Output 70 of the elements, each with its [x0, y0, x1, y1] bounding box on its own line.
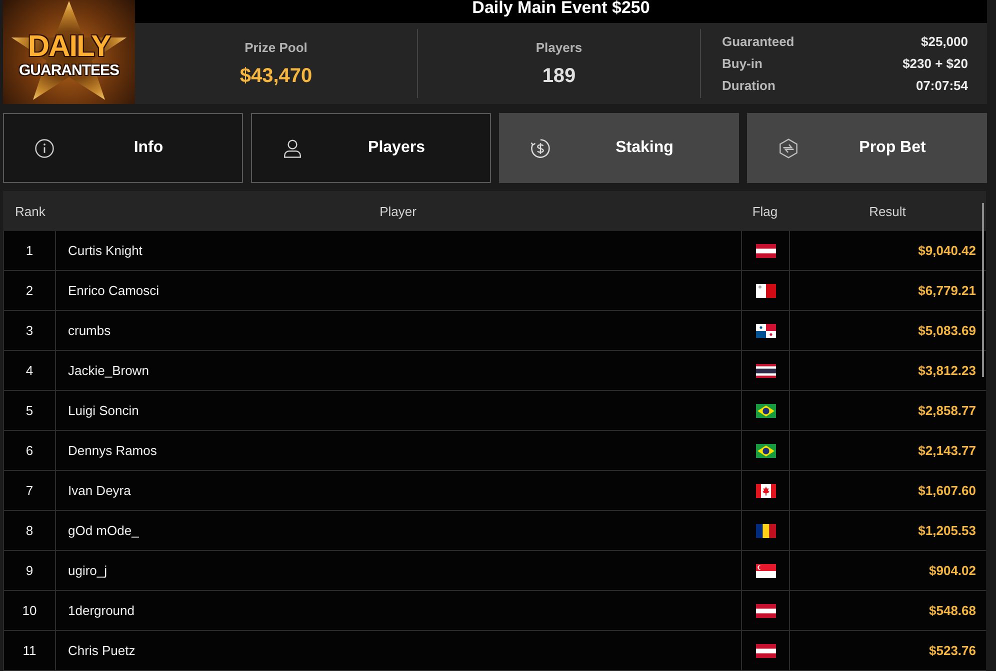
players-count: 189 [542, 64, 576, 88]
player-name: Ivan Deyra [68, 483, 131, 498]
rank-cell: 5 [26, 403, 34, 418]
flag-icon [756, 444, 776, 458]
result-amount: $2,143.77 [918, 443, 976, 458]
result-amount: $548.68 [929, 603, 976, 618]
flag-icon [756, 244, 776, 258]
player-name: gOd mOde_ [68, 523, 139, 538]
result-amount: $523.76 [929, 643, 976, 658]
info-icon [34, 138, 55, 158]
rank-cell: 11 [22, 643, 36, 658]
prize-pool-label: Prize Pool [244, 40, 308, 56]
column-header: Player [380, 204, 416, 218]
dollar-coin-icon [530, 138, 551, 158]
rank-cell: 6 [26, 443, 34, 458]
rank-cell: 2 [26, 283, 34, 298]
result-amount: $5,083.69 [918, 323, 976, 338]
rank-cell: 3 [26, 323, 34, 338]
player-name: Chris Puetz [68, 643, 136, 658]
result-amount: $9,040.42 [918, 243, 976, 258]
hexagon-icon [778, 138, 799, 158]
logo-text: DAILY [28, 32, 110, 62]
detail-label: Duration [722, 78, 776, 93]
player-name: Enrico Camosci [68, 283, 160, 298]
player-name: Jackie_Brown [68, 363, 149, 378]
person-icon [282, 138, 303, 158]
rank-cell: 8 [26, 523, 34, 538]
flag-icon [756, 564, 776, 578]
result-amount: $1,205.53 [918, 523, 976, 538]
tab[interactable]: Players [251, 113, 491, 183]
flag-icon [756, 284, 776, 298]
player-name: Dennys Ramos [68, 443, 157, 458]
event-title: Daily Main Event $250 [472, 0, 650, 15]
detail-value: $25,000 [921, 34, 968, 49]
flag-icon [756, 604, 776, 618]
column-header: Rank [14, 204, 46, 218]
detail-label: Guaranteed [722, 34, 794, 49]
detail-label: Buy-in [722, 56, 762, 71]
result-amount: $2,858.77 [918, 403, 976, 418]
flag-icon [756, 404, 776, 418]
rank-cell: 9 [26, 563, 34, 578]
tab[interactable]: Info [3, 113, 243, 183]
detail-value: $230 + $20 [902, 56, 968, 71]
rank-cell: 7 [26, 483, 34, 498]
result-amount: $3,812.23 [918, 363, 976, 378]
detail-value: 07:07:54 [916, 78, 968, 93]
logo-text: GUARANTEES [18, 62, 119, 78]
flag-icon [756, 524, 776, 538]
result-amount: $1,607.60 [918, 483, 976, 498]
tab[interactable]: Prop Bet [747, 113, 987, 183]
flag-icon [756, 484, 776, 498]
column-header: Flag [752, 204, 778, 218]
flag-icon [756, 324, 776, 338]
players-label: Players [536, 40, 582, 56]
flag-icon [756, 644, 776, 658]
column-header: Result [869, 204, 906, 218]
result-amount: $904.02 [929, 563, 976, 578]
scrollbar-thumb[interactable] [982, 203, 984, 377]
rank-cell: 4 [26, 363, 34, 378]
player-name: Curtis Knight [68, 243, 142, 258]
player-name: Luigi Soncin [68, 403, 139, 418]
rank-cell: 1 [26, 243, 34, 258]
player-name: crumbs [68, 323, 111, 338]
player-name: ugiro_j [68, 563, 108, 578]
flag-icon [756, 364, 776, 378]
tab[interactable]: Staking [499, 113, 739, 183]
result-amount: $6,779.21 [918, 283, 976, 298]
rank-cell: 10 [22, 603, 37, 618]
prize-pool-value: $43,470 [240, 64, 312, 88]
player-name: 1derground [68, 603, 134, 618]
